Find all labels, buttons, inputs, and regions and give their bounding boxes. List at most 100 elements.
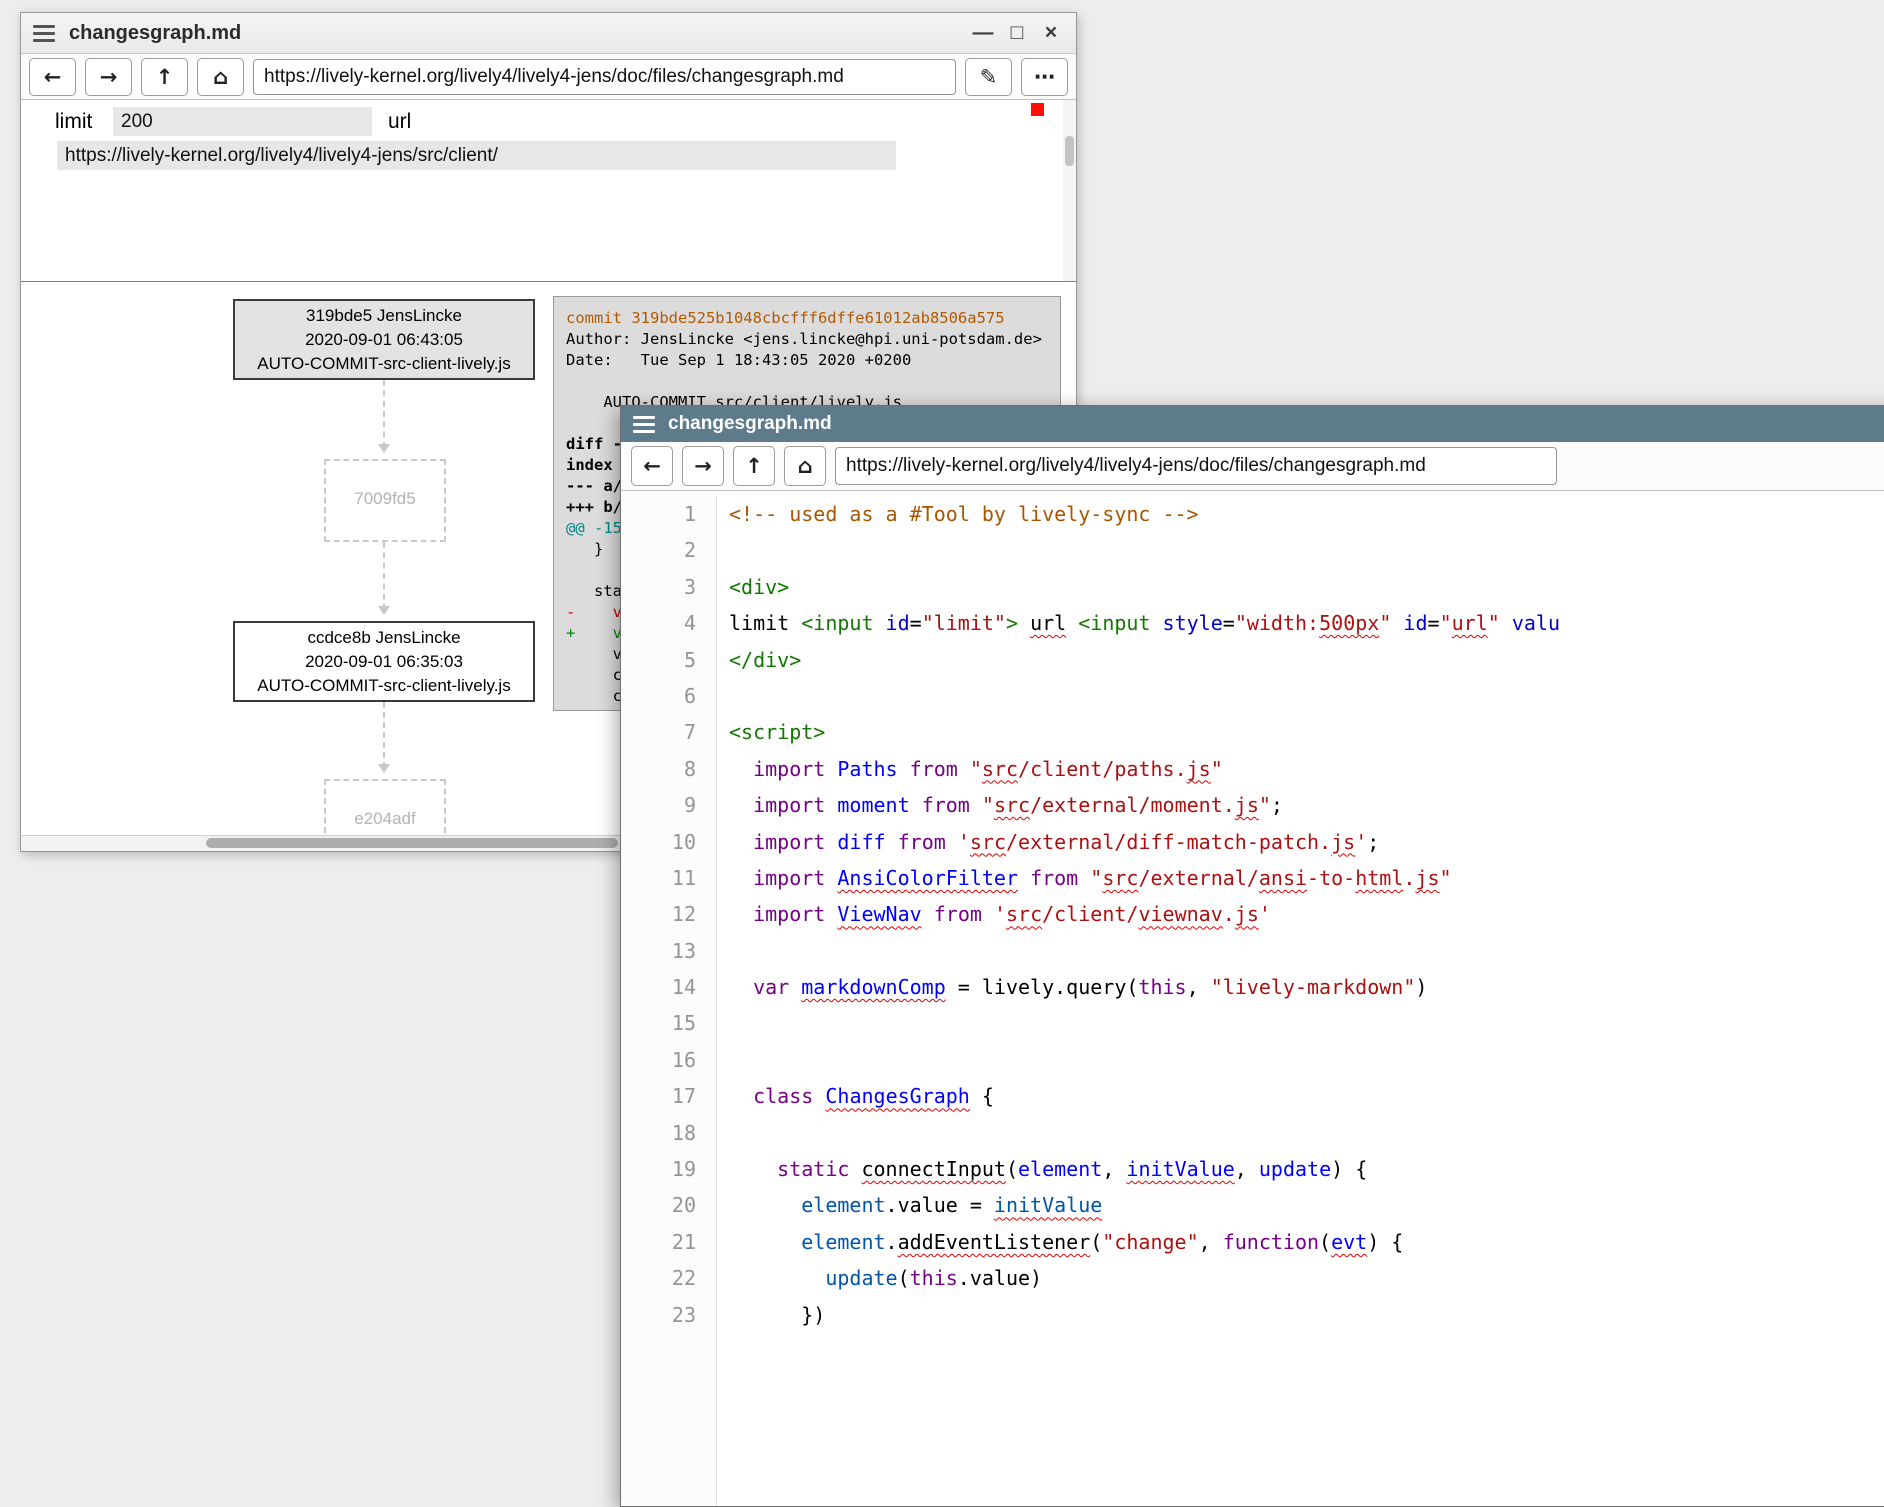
code-line[interactable]	[729, 933, 1884, 969]
back-arrow-icon: ←	[44, 65, 62, 89]
window-changesgraph-front: changesgraph.md ← → ↑ ⌂ 1234567891011121…	[620, 405, 1884, 1507]
forward-button[interactable]: →	[682, 446, 724, 486]
edit-button[interactable]: ✎	[965, 58, 1012, 96]
url-input[interactable]	[57, 141, 896, 170]
code-line[interactable]: <div>	[729, 569, 1884, 605]
vertical-scrollbar[interactable]	[1063, 100, 1076, 281]
window-menu-icon[interactable]	[33, 25, 55, 42]
line-number: 2	[621, 532, 716, 568]
home-icon: ⌂	[213, 65, 228, 89]
diff-line	[566, 371, 1048, 392]
code-line[interactable]: static connectInput(element, initValue, …	[729, 1151, 1884, 1187]
line-number: 18	[621, 1115, 716, 1151]
diff-line: commit 319bde525b1048cbcfff6dffe61012ab8…	[566, 308, 1048, 329]
code-line[interactable]: update(this.value)	[729, 1260, 1884, 1296]
graph-edge	[383, 380, 385, 448]
line-number: 16	[621, 1042, 716, 1078]
line-number: 10	[621, 824, 716, 860]
line-number: 19	[621, 1151, 716, 1187]
horizontal-scrollbar-thumb[interactable]	[206, 838, 618, 848]
line-number: 23	[621, 1297, 716, 1333]
graph-edge	[383, 702, 385, 768]
code-line[interactable]: element.value = initValue	[729, 1187, 1884, 1223]
limit-label: limit	[55, 110, 92, 134]
line-number: 20	[621, 1187, 716, 1223]
code-line[interactable]: import AnsiColorFilter from "src/externa…	[729, 860, 1884, 896]
home-button[interactable]: ⌂	[197, 58, 244, 96]
up-button[interactable]: ↑	[141, 58, 188, 96]
line-number: 14	[621, 969, 716, 1005]
red-edit-indicator	[1031, 103, 1044, 116]
forward-button[interactable]: →	[85, 58, 132, 96]
back-button[interactable]: ←	[29, 58, 76, 96]
more-button[interactable]: ⋯	[1021, 58, 1068, 96]
vertical-scrollbar-thumb[interactable]	[1065, 136, 1074, 166]
address-input[interactable]	[253, 59, 956, 95]
code-line[interactable]: <!-- used as a #Tool by lively-sync -->	[729, 496, 1884, 532]
code-line[interactable]: import diff from 'src/external/diff-matc…	[729, 824, 1884, 860]
line-number: 22	[621, 1260, 716, 1296]
stub-commit-node[interactable]: 7009fd5	[324, 459, 446, 542]
line-number: 12	[621, 896, 716, 932]
pencil-icon: ✎	[980, 65, 998, 89]
navigation-toolbar: ← → ↑ ⌂ ✎ ⋯	[21, 54, 1076, 100]
forward-arrow-icon: →	[694, 454, 712, 478]
up-button[interactable]: ↑	[733, 446, 775, 486]
code-line[interactable]: import ViewNav from 'src/client/viewnav.…	[729, 896, 1884, 932]
back-arrow-icon: ←	[643, 454, 661, 478]
code-line[interactable]: var markdownComp = lively.query(this, "l…	[729, 969, 1884, 1005]
maximize-button[interactable]: □	[1000, 13, 1034, 53]
code-line[interactable]	[729, 1005, 1884, 1041]
close-button[interactable]: ×	[1034, 13, 1068, 53]
line-number: 6	[621, 678, 716, 714]
code-line[interactable]: <script>	[729, 714, 1884, 750]
commit-node[interactable]: 319bde5 JensLincke2020-09-01 06:43:05AUT…	[233, 299, 535, 380]
diff-line: Date: Tue Sep 1 18:43:05 2020 +0200	[566, 350, 1048, 371]
code-line[interactable]: import Paths from "src/client/paths.js"	[729, 751, 1884, 787]
commit-node[interactable]: ccdce8b JensLincke2020-09-01 06:35:03AUT…	[233, 621, 535, 702]
window-title: changesgraph.md	[69, 22, 241, 45]
line-number: 15	[621, 1005, 716, 1041]
titlebar[interactable]: changesgraph.md	[621, 406, 1884, 442]
code-line[interactable]: </div>	[729, 642, 1884, 678]
code-editor[interactable]: 1234567891011121314151617181920212223 <!…	[621, 491, 1884, 1506]
home-icon: ⌂	[797, 454, 812, 478]
code-line[interactable]	[729, 1042, 1884, 1078]
diff-line: Author: JensLincke <jens.lincke@hpi.uni-…	[566, 329, 1048, 350]
stub-commit-node[interactable]: e204adf	[324, 779, 446, 835]
up-arrow-icon: ↑	[745, 454, 763, 478]
ellipsis-icon: ⋯	[1034, 65, 1055, 89]
line-number: 5	[621, 642, 716, 678]
code-line[interactable]	[729, 1115, 1884, 1151]
line-number: 8	[621, 751, 716, 787]
code-line[interactable]	[729, 532, 1884, 568]
line-number: 7	[621, 714, 716, 750]
line-number: 21	[621, 1224, 716, 1260]
titlebar[interactable]: changesgraph.md — □ ×	[21, 13, 1076, 54]
code-line[interactable]	[729, 678, 1884, 714]
url-label: url	[388, 110, 411, 134]
line-number: 4	[621, 605, 716, 641]
line-number: 13	[621, 933, 716, 969]
minimize-button[interactable]: —	[966, 13, 1000, 53]
window-menu-icon[interactable]	[633, 416, 655, 433]
home-button[interactable]: ⌂	[784, 446, 826, 486]
code-line[interactable]: })	[729, 1297, 1884, 1333]
line-number: 1	[621, 496, 716, 532]
code-line[interactable]: import moment from "src/external/moment.…	[729, 787, 1884, 823]
editor-code[interactable]: <!-- used as a #Tool by lively-sync --> …	[717, 496, 1884, 1506]
line-number: 17	[621, 1078, 716, 1114]
navigation-toolbar: ← → ↑ ⌂	[621, 442, 1884, 491]
line-number: 11	[621, 860, 716, 896]
graph-edge	[383, 542, 385, 610]
code-line[interactable]: limit <input id="limit"> url <input styl…	[729, 605, 1884, 641]
line-number: 3	[621, 569, 716, 605]
code-line[interactable]: class ChangesGraph {	[729, 1078, 1884, 1114]
code-line[interactable]: element.addEventListener("change", funct…	[729, 1224, 1884, 1260]
window-title: changesgraph.md	[668, 413, 832, 435]
address-input[interactable]	[835, 447, 1557, 485]
back-button[interactable]: ←	[631, 446, 673, 486]
line-number: 9	[621, 787, 716, 823]
limit-input[interactable]	[113, 107, 372, 136]
forward-arrow-icon: →	[100, 65, 118, 89]
